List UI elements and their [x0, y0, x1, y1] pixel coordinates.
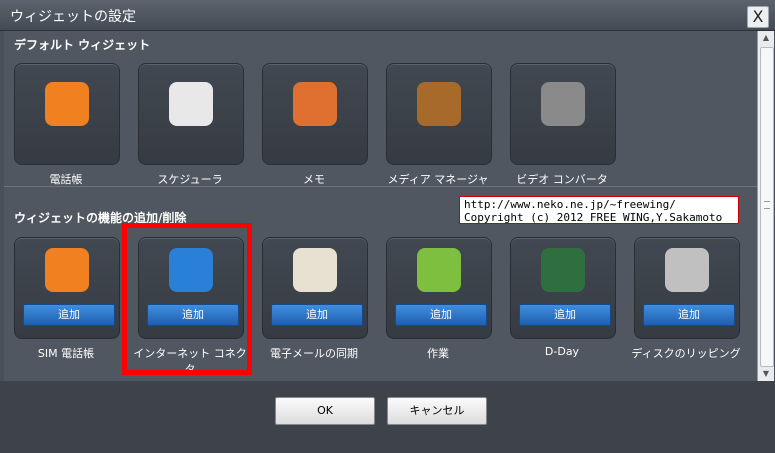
- section-divider: [4, 186, 757, 187]
- cancel-button[interactable]: キャンセル: [387, 397, 487, 425]
- widget-tile[interactable]: [14, 63, 120, 165]
- widget-label: 作業: [427, 347, 449, 360]
- title-bar: ウィジェットの設定 X: [0, 0, 775, 31]
- sim-phonebook-icon: [45, 248, 89, 292]
- tasks-icon: [417, 248, 461, 292]
- video-converter-icon: [541, 82, 585, 126]
- scroll-down-icon[interactable]: ▼: [758, 367, 774, 381]
- pointer-tail: [38, 436, 54, 446]
- widget-label: メディア マネージャ: [387, 173, 489, 186]
- add-widget-button[interactable]: 追加: [643, 304, 735, 326]
- ok-button[interactable]: OK: [275, 397, 375, 425]
- widget-label: 電話帳: [49, 173, 83, 186]
- widget-label: D-Day: [544, 345, 580, 358]
- widget-tile[interactable]: 追加: [510, 237, 616, 339]
- watermark-url: http://www.neko.ne.jp/~freewing/: [464, 198, 676, 211]
- widget-tile[interactable]: [386, 63, 492, 165]
- media-manager-icon: [417, 82, 461, 126]
- scrollbar-thumb[interactable]: [760, 47, 774, 367]
- widget-label: スケジューラ: [157, 173, 223, 186]
- disc-ripping-icon: [665, 248, 709, 292]
- email-sync-icon: [293, 248, 337, 292]
- memo-icon: [293, 82, 337, 126]
- widget-label: ディスクのリッピング: [631, 347, 741, 360]
- copyright-watermark: http://www.neko.ne.jp/~freewing/ Copyrig…: [459, 196, 739, 224]
- widget-tile[interactable]: 追加: [386, 237, 492, 339]
- widget-tile[interactable]: 追加: [634, 237, 740, 339]
- default-widgets-heading: デフォルト ウィジェット: [14, 38, 151, 52]
- widget-label: 電子メールの同期: [270, 347, 358, 360]
- add-widget-button[interactable]: 追加: [395, 304, 487, 326]
- widget-tile[interactable]: [138, 63, 244, 165]
- dialog-title: ウィジェットの設定: [10, 9, 136, 25]
- d-day-icon: [541, 248, 585, 292]
- widget-tile[interactable]: 追加: [14, 237, 120, 339]
- add-widget-button[interactable]: 追加: [271, 304, 363, 326]
- calendar-icon: [169, 82, 213, 126]
- widget-tile[interactable]: [510, 63, 616, 165]
- add-widget-button[interactable]: 追加: [519, 304, 611, 326]
- scroll-up-icon[interactable]: ▲: [758, 31, 774, 45]
- close-button[interactable]: X: [747, 6, 769, 28]
- widget-label: SIM 電話帳: [37, 347, 95, 360]
- widget-tile[interactable]: 追加: [262, 237, 368, 339]
- widget-label: メモ: [303, 173, 325, 186]
- grip-icon: [764, 201, 770, 209]
- widget-tile[interactable]: [262, 63, 368, 165]
- dialog-footer: OK キャンセル: [0, 381, 775, 453]
- phonebook-icon: [45, 82, 89, 126]
- vertical-scrollbar[interactable]: ▲ ▼: [757, 31, 774, 381]
- highlight-box: [122, 223, 252, 375]
- widget-settings-dialog: ウィジェットの設定 X デフォルト ウィジェット 電話帳 スケジューラ メモ メディア…: [0, 0, 775, 453]
- widget-label: ビデオ コンバータ: [516, 173, 608, 186]
- add-widget-button[interactable]: 追加: [23, 304, 115, 326]
- watermark-copyright: Copyright (c) 2012 FREE WING,Y.Sakamoto: [464, 211, 723, 224]
